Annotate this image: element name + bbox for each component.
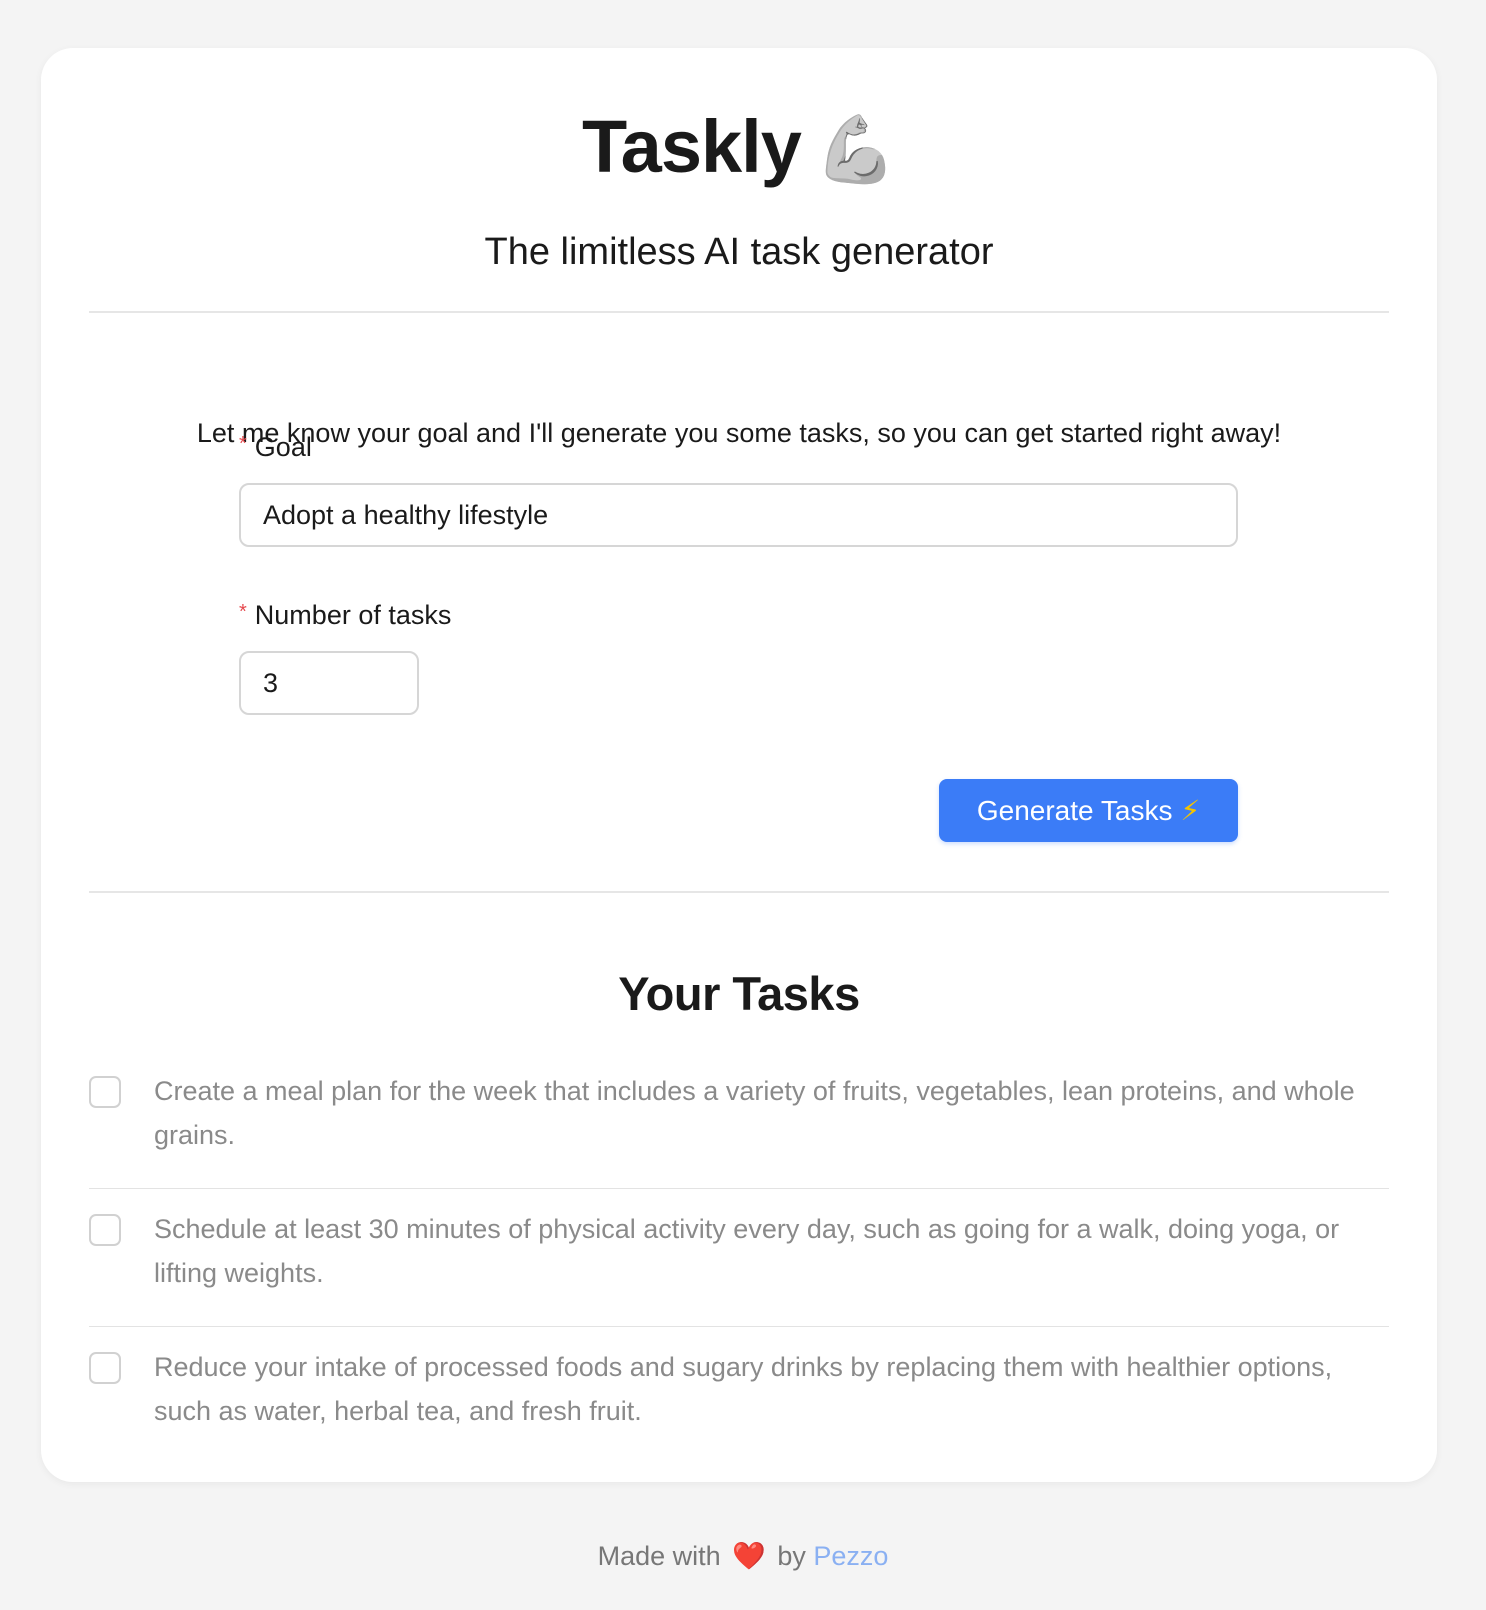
task-text: Create a meal plan for the week that inc… [154, 1076, 1355, 1150]
header-divider [89, 311, 1389, 313]
goal-label-text: Goal [254, 432, 312, 462]
task-checkbox[interactable] [89, 1352, 121, 1384]
footer: Made with ❤️ by Pezzo [0, 1536, 1486, 1576]
footer-by: by [777, 1541, 806, 1571]
goal-input[interactable]: Adopt a healthy lifestyle [239, 483, 1238, 547]
task-text: Reduce your intake of processed foods an… [154, 1352, 1333, 1426]
task-checkbox[interactable] [89, 1214, 121, 1246]
task-item: Create a meal plan for the week that inc… [89, 1051, 1389, 1189]
app-title-text: Taskly [581, 105, 802, 188]
tasks-title: Your Tasks [618, 967, 860, 1020]
num-tasks-label-text: Number of tasks [254, 600, 452, 630]
num-tasks-input[interactable]: 3 [239, 651, 419, 715]
flexed-biceps-icon: 💪 [814, 112, 897, 186]
heart-icon: ❤️ [732, 1541, 766, 1571]
required-asterisk: * [239, 433, 247, 455]
main-card: Taskly 💪 The limitless AI task generator … [41, 48, 1437, 1482]
app-title: Taskly 💪 [41, 102, 1437, 194]
pezzo-link[interactable]: Pezzo [813, 1541, 888, 1571]
app-subtitle: The limitless AI task generator [484, 231, 994, 273]
num-tasks-label: * Number of tasks [239, 594, 451, 633]
lightning-icon: ⚡ [1180, 795, 1201, 826]
required-asterisk: * [239, 601, 247, 623]
task-item: Reduce your intake of processed foods an… [89, 1327, 1389, 1465]
task-text: Schedule at least 30 minutes of physical… [154, 1214, 1340, 1288]
task-item: Schedule at least 30 minutes of physical… [89, 1189, 1389, 1327]
task-checkbox[interactable] [89, 1076, 121, 1108]
form-divider [89, 891, 1389, 893]
footer-prefix: Made with [597, 1541, 721, 1571]
goal-label: * Goal [239, 426, 312, 465]
generate-tasks-button[interactable]: Generate Tasks ⚡ [939, 779, 1238, 842]
generate-tasks-label: Generate Tasks [976, 795, 1173, 826]
